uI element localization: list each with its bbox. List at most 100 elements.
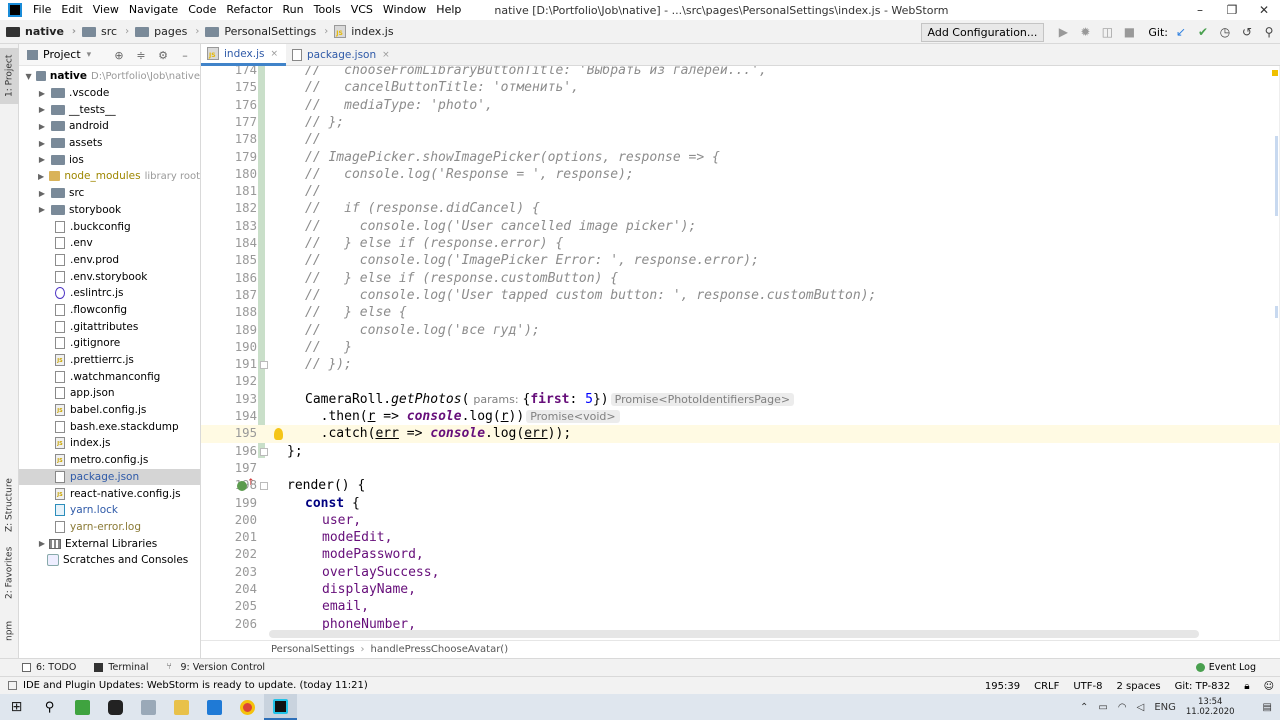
volume-icon[interactable]: ◁	[1137, 702, 1145, 713]
menu-navigate[interactable]: Navigate	[124, 0, 183, 20]
git-commit-icon[interactable]: ✔	[1192, 20, 1214, 44]
search-icon[interactable]: ⚲	[1258, 20, 1280, 44]
debug-icon[interactable]: ✹	[1074, 20, 1096, 44]
taskbar-explorer[interactable]	[165, 694, 198, 720]
tree-folder[interactable]: ▶ android	[19, 118, 200, 135]
nav-crumb-pages[interactable]: pages ›	[129, 20, 199, 44]
gear-icon[interactable]: ⚙	[152, 49, 174, 62]
tree-root-native[interactable]: ▼ native D:\Portfolio\Job\native	[19, 68, 200, 85]
menu-view[interactable]: View	[88, 0, 124, 20]
tree-file[interactable]: .env	[19, 235, 200, 252]
close-window-button[interactable]: ✕	[1248, 0, 1280, 20]
run-icon[interactable]: ▶	[1052, 20, 1074, 44]
tree-file[interactable]: bash.exe.stackdump	[19, 418, 200, 435]
line-separator[interactable]: CRLF	[1034, 681, 1059, 692]
tree-scratches[interactable]: Scratches and Consoles	[19, 552, 200, 569]
history-icon[interactable]: ◷	[1214, 20, 1236, 44]
lock-icon[interactable]: 🔒︎	[1244, 681, 1249, 692]
network-icon[interactable]: ▭	[1098, 702, 1107, 713]
git-branch[interactable]: Git: TP-832	[1175, 681, 1231, 692]
locate-icon[interactable]: ⊕	[108, 49, 130, 62]
project-view-selector[interactable]: Project ▾	[27, 48, 91, 61]
minimize-button[interactable]: –	[1184, 0, 1216, 20]
stop-icon[interactable]: ■	[1118, 20, 1140, 44]
hide-icon[interactable]: –	[174, 49, 196, 62]
fold-icon[interactable]	[260, 447, 268, 456]
indent-setting[interactable]: 2 spaces	[1117, 681, 1161, 692]
close-tab-icon[interactable]: ×	[270, 49, 278, 59]
close-tab-icon[interactable]: ×	[382, 50, 390, 60]
taskbar-app[interactable]	[99, 694, 132, 720]
fold-icon[interactable]	[260, 361, 268, 370]
terminal-tab[interactable]: Terminal	[94, 662, 149, 673]
nav-crumb-native[interactable]: native ›	[0, 20, 76, 44]
tree-file[interactable]: .watchmanconfig	[19, 368, 200, 385]
lightbulb-icon[interactable]	[274, 428, 283, 441]
tree-file[interactable]: JS .prettierrc.js	[19, 352, 200, 369]
taskbar-vscode[interactable]	[198, 694, 231, 720]
npm-tool-tab[interactable]: npm	[0, 614, 19, 648]
tree-file[interactable]: .flowconfig	[19, 302, 200, 319]
tree-external-libraries[interactable]: ▶ External Libraries	[19, 535, 200, 552]
code-editor[interactable]: 174 // chooseFromLibraryButtonTitle: 'Выб…	[201, 66, 1280, 640]
tree-folder[interactable]: ▶ ios	[19, 151, 200, 168]
menu-help[interactable]: Help	[431, 0, 466, 20]
menu-file[interactable]: File	[28, 0, 56, 20]
language-indicator[interactable]: ENG	[1154, 702, 1176, 713]
chevron-up-icon[interactable]: ⌃	[1080, 702, 1088, 713]
tree-file[interactable]: .buckconfig	[19, 218, 200, 235]
tree-folder[interactable]: ▶ src	[19, 185, 200, 202]
error-stripe[interactable]	[1268, 66, 1280, 640]
status-message[interactable]: IDE and Plugin Updates: WebStorm is read…	[8, 680, 368, 691]
warning-marker[interactable]	[1272, 70, 1278, 76]
file-encoding[interactable]: UTF-8	[1073, 681, 1102, 692]
menu-vcs[interactable]: VCS	[346, 0, 378, 20]
menu-window[interactable]: Window	[378, 0, 431, 20]
tab-package-json[interactable]: package.json ×	[286, 44, 398, 66]
horizontal-scrollbar[interactable]	[269, 630, 1199, 638]
fold-icon[interactable]	[260, 482, 268, 491]
search-taskbar-button[interactable]: ⚲	[33, 694, 66, 720]
notifications-icon[interactable]: ▤	[1263, 702, 1272, 713]
inspector-icon[interactable]: ☺	[1264, 681, 1274, 692]
tree-file-selected[interactable]: package.json	[19, 468, 200, 486]
event-log-tab[interactable]: Event Log	[1195, 662, 1256, 673]
tree-file[interactable]: JS babel.config.js	[19, 402, 200, 419]
taskbar-app[interactable]	[132, 694, 165, 720]
breadcrumb-class[interactable]: PersonalSettings	[271, 644, 355, 655]
taskbar-webstorm[interactable]	[264, 694, 297, 720]
tree-file[interactable]: yarn-error.log	[19, 519, 200, 536]
version-control-tab[interactable]: ⑂ 9: Version Control	[167, 662, 266, 673]
tree-file[interactable]: yarn.lock	[19, 502, 200, 519]
menu-edit[interactable]: Edit	[56, 0, 87, 20]
favorites-tool-tab[interactable]: 2: Favorites	[0, 542, 19, 604]
menu-refactor[interactable]: Refactor	[221, 0, 277, 20]
add-configuration-button[interactable]: Add Configuration...	[920, 22, 1045, 42]
tree-file[interactable]: .gitignore	[19, 335, 200, 352]
tree-file[interactable]: app.json	[19, 385, 200, 402]
tree-file[interactable]: .eslintrc.js	[19, 285, 200, 302]
caret-position[interactable]: 195:39	[985, 681, 1020, 692]
tree-file[interactable]: .env.storybook	[19, 268, 200, 285]
clock[interactable]: 13:54 11.02.2020	[1186, 697, 1235, 717]
tree-file[interactable]: .gitattributes	[19, 318, 200, 335]
tree-file[interactable]: JS index.js	[19, 435, 200, 452]
todo-tab[interactable]: 6: TODO	[22, 662, 76, 673]
taskbar-chrome[interactable]	[231, 694, 264, 720]
tree-file[interactable]: JS react-native.config.js	[19, 485, 200, 502]
taskbar-app[interactable]	[66, 694, 99, 720]
start-button[interactable]: ⊞	[0, 694, 33, 720]
wifi-icon[interactable]: ◠	[1118, 702, 1127, 713]
menu-code[interactable]: Code	[183, 0, 221, 20]
git-update-icon[interactable]: ↙	[1170, 20, 1192, 44]
structure-tool-tab[interactable]: Z: Structure	[0, 468, 19, 542]
breadcrumb-method[interactable]: handlePressChooseAvatar()	[371, 644, 509, 655]
rollback-icon[interactable]: ↺	[1236, 20, 1258, 44]
maximize-button[interactable]: ❐	[1216, 0, 1248, 20]
tree-folder-node-modules[interactable]: ▶ node_modules library root	[19, 168, 200, 185]
tree-folder[interactable]: ▶ __tests__	[19, 101, 200, 118]
project-tool-tab[interactable]: 1: Project	[0, 48, 19, 104]
collapse-all-icon[interactable]: ≑	[130, 49, 152, 62]
tab-index-js[interactable]: JS index.js ×	[201, 44, 286, 66]
tree-folder[interactable]: ▶ .vscode	[19, 85, 200, 102]
